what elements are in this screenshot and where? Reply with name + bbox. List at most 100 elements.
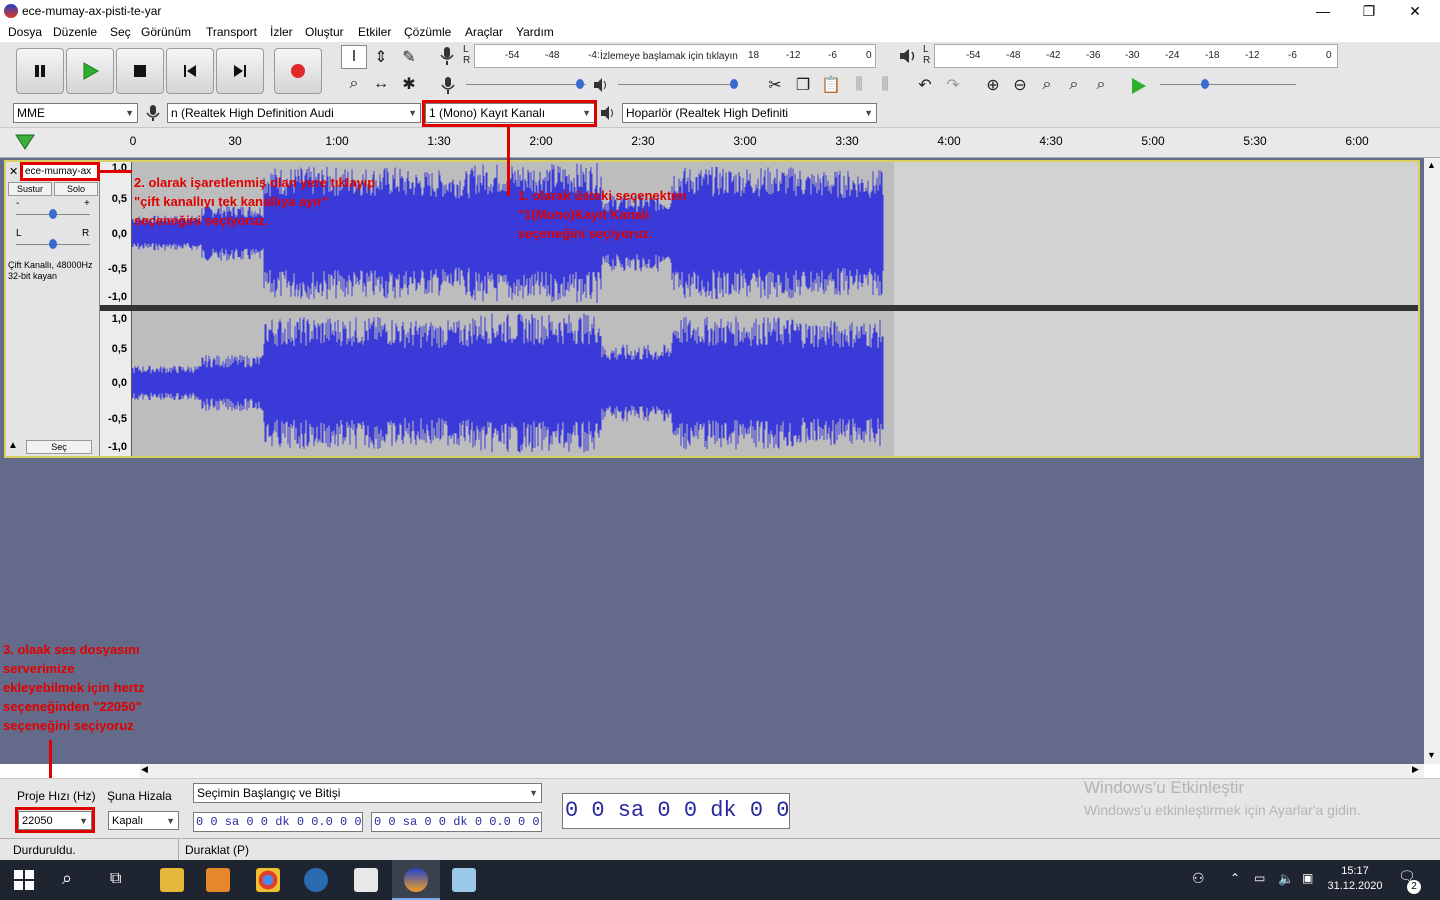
timeline-ruler[interactable]: 0 30 1:00 1:30 2:00 2:30 3:00 3:30 4:00 … — [0, 128, 1440, 158]
battery-icon[interactable]: ▭ — [1254, 871, 1265, 885]
solo-button[interactable]: Solo — [54, 182, 98, 196]
window-title: ece-mumay-ax-pisti-te-yar — [22, 4, 162, 18]
undo-button[interactable]: ↶ — [912, 73, 938, 97]
maximize-button[interactable]: ❐ — [1346, 0, 1392, 22]
play-at-speed-button[interactable] — [1130, 77, 1148, 98]
people-icon[interactable]: ⚇ — [1192, 870, 1205, 887]
notepad-icon[interactable] — [452, 868, 476, 892]
pin-playhead-icon[interactable] — [14, 133, 36, 154]
menu-olustur[interactable]: Oluştur — [305, 25, 344, 39]
copy-button[interactable]: ❐ — [790, 73, 816, 97]
task-view-icon[interactable]: ⧉ — [110, 870, 121, 888]
timeshift-tool[interactable]: ↔ — [368, 72, 394, 96]
counter-strike-icon[interactable] — [354, 868, 378, 892]
record-button[interactable] — [274, 48, 322, 94]
selection-start-time[interactable]: 0 0 sa 0 0 dk 0 0.0 0 0 sn — [193, 812, 363, 832]
audacity-taskbar-button[interactable] — [392, 860, 440, 900]
magnifier-icon: ⌕ — [349, 75, 359, 92]
media-player-icon[interactable] — [206, 868, 230, 892]
chrome-icon[interactable] — [256, 868, 280, 892]
play-tick: -30 — [1125, 50, 1140, 61]
skip-start-button[interactable] — [166, 48, 214, 94]
multi-tool[interactable]: ✱ — [396, 72, 422, 96]
zoom-tool[interactable]: ⌕ — [341, 72, 367, 96]
select-track-button[interactable]: Seç — [26, 440, 92, 454]
envelope-tool[interactable]: ⇕ — [368, 45, 394, 69]
ruler-label: 5:00 — [1141, 134, 1165, 148]
file-explorer-icon[interactable] — [160, 868, 184, 892]
zoom-toggle-button[interactable]: ⌕ — [1088, 73, 1114, 97]
menu-araclar[interactable]: Araçlar — [465, 25, 503, 39]
selection-tool[interactable]: I — [341, 45, 367, 69]
windows-start-icon[interactable] — [14, 870, 34, 893]
ruler-label: 4:00 — [937, 134, 961, 148]
selection-mode-select[interactable]: Seçimin Başlangıç ve Bitişi ▼ — [193, 783, 542, 803]
track-close-icon[interactable]: ✕ — [9, 165, 18, 178]
menu-gorunum[interactable]: Görünüm — [141, 25, 191, 39]
play-speed-slider[interactable] — [1160, 79, 1296, 89]
ruler-label: 6:00 — [1345, 134, 1369, 148]
mute-button[interactable]: Sustur — [8, 182, 52, 196]
record-volume-slider[interactable] — [466, 79, 586, 89]
volume-icon[interactable]: 🔈 — [1278, 871, 1294, 887]
collapse-track-icon[interactable]: ▲ — [8, 440, 18, 451]
search-icon[interactable]: ⌕ — [62, 868, 72, 889]
close-button[interactable]: ✕ — [1392, 0, 1438, 22]
envelope-icon: ⇕ — [374, 49, 388, 66]
output-device-select[interactable]: Hoparlör (Realtek High Definiti ▼ — [622, 103, 877, 123]
teamspeak-icon[interactable] — [304, 868, 328, 892]
redo-button[interactable]: ↷ — [940, 73, 966, 97]
pause-button[interactable] — [16, 48, 64, 94]
snap-to-select[interactable]: Kapalı ▼ — [108, 811, 179, 830]
pointer-line-1 — [507, 127, 510, 196]
menu-cozumle[interactable]: Çözümle — [404, 25, 451, 39]
zoom-in-button[interactable]: ⊕ — [980, 73, 1006, 97]
zoom-out-button[interactable]: ⊖ — [1007, 73, 1033, 97]
play-tick: -6 — [1288, 50, 1297, 61]
play-tick: -54 — [966, 50, 981, 61]
skip-end-button[interactable] — [216, 48, 264, 94]
menu-yardim[interactable]: Yardım — [516, 25, 554, 39]
trim-button[interactable]: ⫼ — [846, 73, 872, 97]
scroll-right-icon[interactable]: ▶ — [1412, 764, 1419, 775]
menu-izler[interactable]: İzler — [270, 25, 293, 39]
pan-slider[interactable] — [16, 239, 90, 249]
stop-button[interactable] — [116, 48, 164, 94]
scroll-left-icon[interactable]: ◀ — [141, 764, 148, 775]
menu-transport[interactable]: Transport — [206, 25, 257, 39]
silence-button[interactable]: ⫼ — [872, 73, 898, 97]
fit-project-button[interactable]: ⌕ — [1061, 73, 1087, 97]
input-device-select[interactable]: n (Realtek High Definition Audi ▼ — [167, 103, 421, 123]
menu-bar: Dosya Düzenle Seç Görünüm Transport İzle… — [0, 22, 1440, 42]
playback-meter-icon[interactable] — [898, 46, 918, 69]
cut-button[interactable]: ✂ — [762, 73, 788, 97]
scroll-up-icon[interactable]: ▲ — [1427, 160, 1436, 170]
paste-button[interactable]: 📋 — [818, 73, 844, 97]
status-text: Durduruldu. — [13, 843, 76, 857]
menu-etkiler[interactable]: Etkiler — [358, 25, 391, 39]
menu-sec[interactable]: Seç — [110, 25, 131, 39]
clock[interactable]: 15:17 31.12.2020 — [1326, 864, 1384, 894]
record-meter-icon[interactable] — [438, 45, 456, 70]
play-button[interactable] — [66, 48, 114, 94]
playback-volume-slider[interactable] — [618, 79, 738, 89]
fit-selection-button[interactable]: ⌕ — [1034, 73, 1060, 97]
audio-position-time[interactable]: 0 0 sa 0 0 dk 0 0 sn — [562, 793, 790, 829]
menu-duzenle[interactable]: Düzenle — [53, 25, 97, 39]
play-tick: -36 — [1086, 50, 1101, 61]
host-select[interactable]: MME ▼ — [13, 103, 138, 123]
menu-dosya[interactable]: Dosya — [8, 25, 42, 39]
selection-end-time[interactable]: 0 0 sa 0 0 dk 0 0.0 0 0 sn — [371, 812, 542, 832]
network-icon[interactable]: ▣ — [1302, 871, 1313, 885]
scroll-down-icon[interactable]: ▼ — [1427, 750, 1436, 760]
chevron-down-icon: ▼ — [529, 788, 538, 798]
track-control-panel: ✕ ece-mumay-ax Sustur Solo - + L R Çift … — [6, 162, 100, 456]
tray-chevron-icon[interactable]: ⌃ — [1230, 871, 1240, 885]
draw-tool[interactable]: ✎ — [396, 45, 422, 69]
vertical-scrollbar[interactable]: ▲ ▼ — [1424, 158, 1440, 764]
minimize-button[interactable]: — — [1300, 0, 1346, 22]
gain-slider[interactable] — [16, 209, 90, 219]
horizontal-scrollbar[interactable]: ◀ ▶ — [140, 764, 1424, 778]
pan-right-label: R — [82, 228, 90, 239]
zoom-toggle-icon: ⌕ — [1096, 76, 1106, 93]
